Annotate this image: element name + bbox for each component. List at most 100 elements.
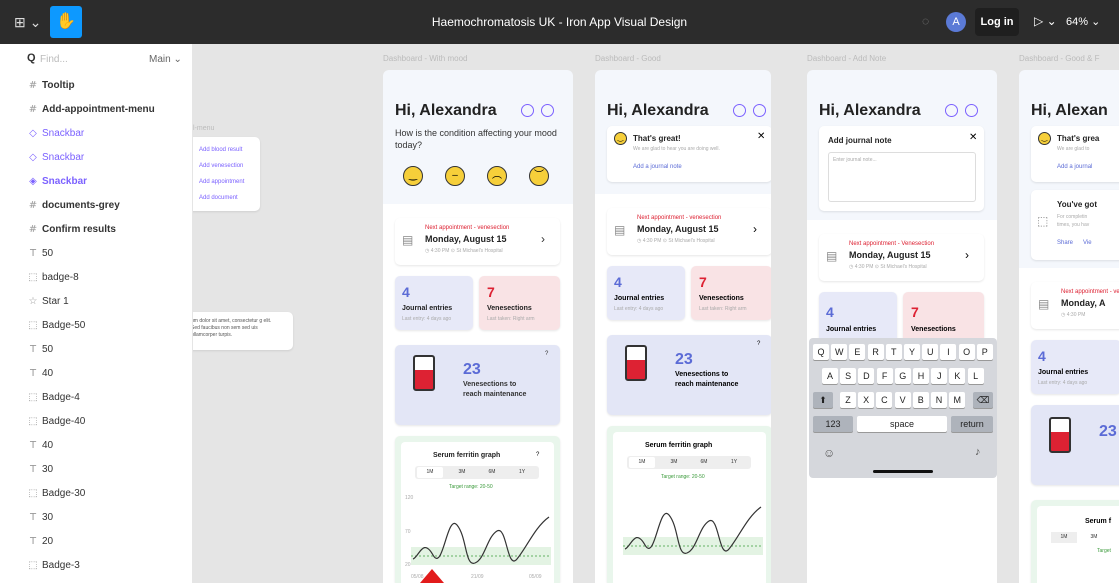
backspace-key[interactable]: ⌫ <box>973 392 993 408</box>
maintenance-card[interactable]: 23 <box>1031 405 1119 485</box>
keyboard-key[interactable]: N <box>931 392 947 408</box>
appointment-card[interactable]: ▤ Next appointment - Venesection Monday,… <box>819 234 984 281</box>
tab-1m[interactable]: 1M <box>629 457 655 468</box>
return-key[interactable]: return <box>951 416 993 432</box>
appointment-card[interactable]: ▤ Next appointment - venesection Monday,… <box>395 218 560 265</box>
tab-1m[interactable]: 1M <box>417 467 443 478</box>
frame-good[interactable]: Hi, Alexandra ‿ That's great! ✕ We are g… <box>595 70 771 583</box>
keyboard-key[interactable]: E <box>849 344 866 360</box>
layer-item[interactable]: ◈ Snackbar <box>0 170 193 194</box>
venesection-card[interactable]: 7 Venesections Last taken: Right arm <box>479 276 560 330</box>
keyboard-key[interactable]: L <box>967 368 984 384</box>
keyboard-key[interactable]: T <box>885 344 902 360</box>
keyboard-key[interactable]: Y <box>904 344 920 360</box>
keyboard-key[interactable]: X <box>858 392 875 408</box>
keyboard-key[interactable]: J <box>931 368 948 384</box>
keyboard-key[interactable]: D <box>858 368 875 384</box>
menu-item[interactable]: Add venesection <box>199 163 243 169</box>
user-icon[interactable] <box>733 104 746 117</box>
close-icon[interactable]: ✕ <box>757 131 765 142</box>
layer-item[interactable]: ⬚ Badge-3 <box>0 554 193 578</box>
keyboard-key[interactable]: H <box>913 368 929 384</box>
ferritin-card[interactable]: Serum f 1M 3M Target <box>1031 500 1119 583</box>
close-icon[interactable]: ✕ <box>969 132 977 143</box>
layer-search-input[interactable]: Find... <box>40 54 68 65</box>
keyboard-key[interactable]: P <box>976 344 993 360</box>
tab-6m[interactable]: 6M <box>691 457 717 468</box>
zoom-level[interactable]: 64% ⌄ <box>1066 15 1100 28</box>
tab-1y[interactable]: 1Y <box>509 467 535 478</box>
canvas[interactable]: Dashboard - With mood Dashboard - Good D… <box>193 44 1119 583</box>
tab-3m[interactable]: 3M <box>449 467 475 478</box>
layer-item[interactable]: ⬚ badge-8 <box>0 266 193 290</box>
tab-1y[interactable]: 1Y <box>721 457 747 468</box>
user-icon[interactable] <box>521 104 534 117</box>
mood-neutral-icon[interactable]: – <box>445 166 465 186</box>
keyboard-key[interactable]: Z <box>840 392 856 408</box>
frame-good-and-f[interactable]: Hi, Alexan ‿ That's grea We are glad to … <box>1019 70 1119 583</box>
keyboard-key[interactable]: R <box>867 344 884 360</box>
layer-item[interactable]: ◇ Snackbar <box>0 146 193 170</box>
appointment-card[interactable]: ▤ Next appointment - venesection Monday,… <box>1031 282 1119 329</box>
hidden-icon[interactable]: ◌ <box>922 14 929 28</box>
keyboard-key[interactable]: M <box>949 392 966 408</box>
journal-note-input[interactable]: Enter journal note... <box>828 152 976 202</box>
frame-label[interactable]: Dashboard - With mood <box>383 54 467 63</box>
help-icon[interactable] <box>965 104 978 117</box>
keyboard-key[interactable]: Q <box>813 344 829 360</box>
keyboard-key[interactable]: B <box>912 392 929 408</box>
keyboard-key[interactable]: O <box>958 344 975 360</box>
layer-item[interactable]: # Add-appointment-menu <box>0 98 193 122</box>
shift-key[interactable]: ⬆ <box>813 392 833 408</box>
emoji-icon[interactable]: ☺ <box>823 446 835 460</box>
layer-item[interactable]: ⬚ Badge-30 <box>0 482 193 506</box>
keyboard-key[interactable]: A <box>822 368 838 384</box>
layer-item[interactable]: T 30 <box>0 506 193 530</box>
appointment-card[interactable]: ▤ Next appointment - venesection Monday,… <box>607 208 771 255</box>
onscreen-keyboard[interactable]: Q W E R T Y U I O P A S D F G H J K L ⬆ Z X C V B N M ⌫ 123 space retu… <box>809 338 997 478</box>
layer-item[interactable]: T 50 <box>0 242 193 266</box>
layer-item[interactable]: T 20 <box>0 530 193 554</box>
keyboard-key[interactable]: F <box>876 368 893 384</box>
add-journal-link[interactable]: Add a journal note <box>633 164 682 170</box>
keyboard-key[interactable]: S <box>840 368 857 384</box>
numbers-key[interactable]: 123 <box>813 416 853 432</box>
mood-happy-icon[interactable]: ‿ <box>403 166 423 186</box>
layer-item[interactable]: # Confirm results <box>0 218 193 242</box>
layer-item[interactable]: ◇ Snackbar <box>0 122 193 146</box>
maintenance-card[interactable]: 23 Venesections to reach maintenance ? <box>607 335 771 415</box>
maintenance-card[interactable]: 23 Venesections to reach maintenance ? <box>395 345 560 425</box>
space-key[interactable]: space <box>857 416 947 432</box>
keyboard-key[interactable]: K <box>949 368 966 384</box>
menu-item[interactable]: Add document <box>199 195 238 201</box>
add-journal-link[interactable]: Add a journal <box>1057 164 1092 170</box>
layer-item[interactable]: T 40 <box>0 362 193 386</box>
keyboard-key[interactable]: W <box>831 344 848 360</box>
mood-upset-icon[interactable]: ︶ <box>529 166 549 186</box>
ferritin-card[interactable]: Serum ferritin graph ? 1M 3M 6M 1Y Targe… <box>395 436 560 583</box>
layer-item[interactable]: # documents-grey <box>0 194 193 218</box>
tab-3m[interactable]: 3M <box>1081 532 1107 543</box>
page-selector[interactable]: Main ⌄ <box>149 54 182 65</box>
tab-6m[interactable]: 6M <box>479 467 505 478</box>
keyboard-key[interactable]: V <box>894 392 911 408</box>
menu-item[interactable]: Add blood result <box>199 147 242 153</box>
user-icon[interactable] <box>945 104 958 117</box>
avatar[interactable]: A <box>946 12 966 32</box>
frame-label[interactable]: Dashboard - Good <box>595 54 661 63</box>
journal-card[interactable]: 4 Journal entries Last entry: 4 days ago <box>395 276 473 330</box>
layer-item[interactable]: ☆ Star 1 <box>0 290 193 314</box>
view-link[interactable]: Vie <box>1083 240 1092 246</box>
layer-item[interactable]: T 50 <box>0 338 193 362</box>
frame-with-mood[interactable]: Hi, Alexandra How is the condition affec… <box>383 70 573 583</box>
layer-item[interactable]: T 40 <box>0 434 193 458</box>
layer-item[interactable]: # Tooltip <box>0 74 193 98</box>
frame-add-note[interactable]: Hi, Alexandra Add journal note ✕ Enter j… <box>807 70 997 583</box>
tab-1m[interactable]: 1M <box>1051 532 1077 543</box>
mood-sad-icon[interactable]: ︵ <box>487 166 507 186</box>
layer-item[interactable]: ⬚ Badge-4 <box>0 386 193 410</box>
layer-item[interactable]: T 30 <box>0 458 193 482</box>
journal-card[interactable]: 4 Journal entries Last entry: 4 days ago <box>1031 340 1119 394</box>
frame-label[interactable]: Dashboard - Good & F <box>1019 54 1099 63</box>
tab-3m[interactable]: 3M <box>661 457 687 468</box>
